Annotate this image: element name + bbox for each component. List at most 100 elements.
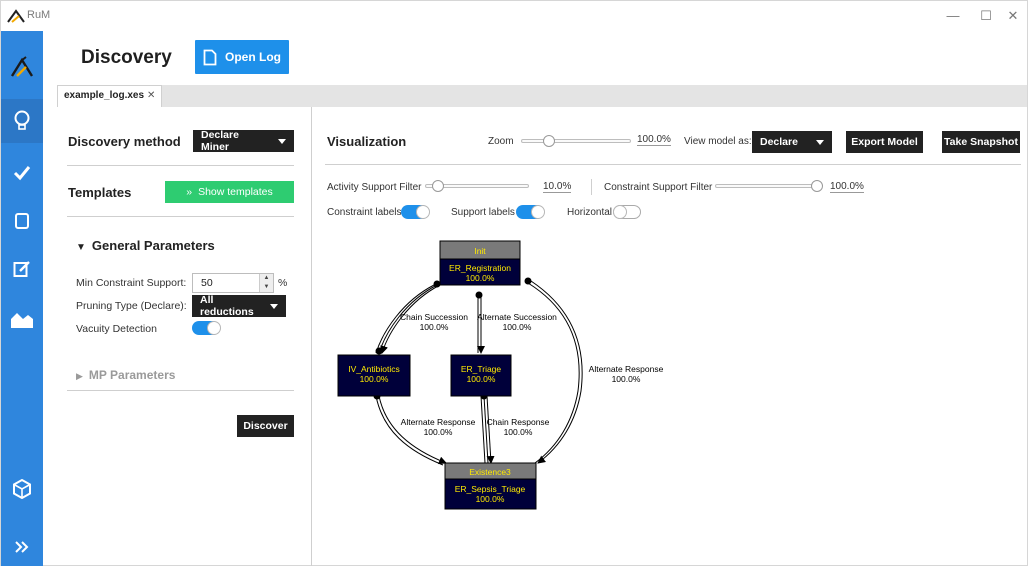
edge-label-name: Alternate Succession <box>477 312 557 322</box>
decrement-button[interactable]: ▼ <box>259 283 273 292</box>
support-labels-label: Support labels <box>451 207 515 218</box>
zoom-value[interactable]: 100.0% <box>637 134 671 146</box>
toggle-knob <box>207 321 221 335</box>
node-name: ER_Registration <box>449 263 511 273</box>
pruning-label: Pruning Type (Declare): <box>76 300 187 312</box>
sidebar-item-home[interactable] <box>1 45 43 89</box>
node-name: ER_Sepsis_Triage <box>455 484 526 494</box>
vacuity-toggle[interactable] <box>192 321 221 335</box>
minimize-button[interactable]: — <box>943 7 963 25</box>
node-header: Existence3 <box>469 467 511 477</box>
take-snapshot-button[interactable]: Take Snapshot <box>942 131 1020 153</box>
divider <box>67 216 294 217</box>
divider <box>591 179 592 195</box>
show-templates-button[interactable]: » Show templates <box>165 181 294 203</box>
chevron-down-icon <box>270 303 278 309</box>
edge-label-name: Alternate Response <box>401 417 476 427</box>
panel-divider <box>311 107 312 566</box>
edge-alternate-response-right[interactable] <box>524 277 583 464</box>
node-er-registration[interactable]: Init ER_Registration 100.0% <box>439 240 521 286</box>
view-model-value: Declare <box>760 136 798 148</box>
general-params-header[interactable]: ▼ General Parameters <box>76 238 215 253</box>
triangle-down-icon: ▼ <box>76 242 86 253</box>
sidebar-expand-button[interactable] <box>1 525 43 566</box>
node-support: 100.0% <box>476 494 505 504</box>
view-model-select[interactable]: Declare <box>752 131 832 153</box>
constraint-labels-toggle[interactable] <box>401 205 430 219</box>
edge-label-support: 100.0% <box>504 427 533 437</box>
sidebar-item-statistics[interactable] <box>1 297 43 341</box>
file-icon <box>203 49 217 65</box>
toggle-knob <box>531 205 545 219</box>
support-labels-toggle[interactable] <box>516 205 545 219</box>
divider <box>67 390 294 391</box>
node-iv-antibiotics[interactable]: IV_Antibiotics 100.0% <box>337 354 411 397</box>
chevron-down-icon <box>816 139 824 145</box>
toggle-knob <box>416 205 430 219</box>
min-support-input[interactable]: 50 ▲ ▼ <box>192 273 274 293</box>
copy-icon <box>15 213 29 229</box>
app-window: RuM — ☐ ✕ Discovery Open Log example_log… <box>0 0 1028 566</box>
rum-logo-icon <box>10 56 34 77</box>
page-title: Discovery <box>81 47 172 68</box>
node-support: 100.0% <box>467 374 496 384</box>
edge-chain-response[interactable] <box>480 392 495 464</box>
show-templates-label: Show templates <box>198 186 273 198</box>
close-button[interactable]: ✕ <box>1003 7 1023 25</box>
zoom-slider-thumb[interactable] <box>543 135 555 147</box>
node-support: 100.0% <box>360 374 389 384</box>
edge-alternate-succession[interactable] <box>475 291 485 354</box>
app-name: RuM <box>27 9 51 21</box>
sidebar-item-editor[interactable] <box>1 247 43 291</box>
discovery-method-value: Declare Miner <box>201 129 239 153</box>
constraint-filter-slider[interactable] <box>715 184 821 188</box>
rum-logo-icon <box>7 9 25 23</box>
pruning-value: All reductions <box>200 294 254 318</box>
activity-filter-thumb[interactable] <box>432 180 444 192</box>
templates-label: Templates <box>68 185 132 200</box>
node-er-sepsis-triage[interactable]: Existence3 ER_Sepsis_Triage 100.0% <box>444 462 537 510</box>
percent-unit: % <box>278 277 288 289</box>
triangle-right-icon: ▶ <box>76 371 83 381</box>
constraint-filter-thumb[interactable] <box>811 180 823 192</box>
node-er-triage[interactable]: ER_Triage 100.0% <box>450 354 512 397</box>
tab-close-icon[interactable]: ✕ <box>147 90 155 101</box>
pruning-select[interactable]: All reductions <box>192 294 286 318</box>
horizontal-toggle[interactable] <box>613 205 641 219</box>
activity-filter-label: Activity Support Filter <box>327 182 422 193</box>
sidebar <box>1 31 43 566</box>
cube-icon <box>13 479 31 499</box>
title-bar: RuM — ☐ ✕ <box>1 1 1027 31</box>
sidebar-item-package[interactable] <box>1 467 43 511</box>
increment-button[interactable]: ▲ <box>259 274 273 283</box>
node-header: Init <box>474 246 486 256</box>
sidebar-item-discovery[interactable] <box>1 99 43 143</box>
open-log-button[interactable]: Open Log <box>195 40 289 74</box>
tab-strip: example_log.xes ✕ <box>57 85 1027 107</box>
open-log-label: Open Log <box>225 50 281 64</box>
activity-filter-value[interactable]: 10.0% <box>543 181 572 193</box>
tab-example-log[interactable]: example_log.xes ✕ <box>57 85 163 107</box>
maximize-button[interactable]: ☐ <box>976 7 996 25</box>
bulb-icon <box>14 110 30 130</box>
discovery-method-label: Discovery method <box>68 134 181 149</box>
constraint-filter-value[interactable]: 100.0% <box>830 181 864 193</box>
zoom-slider[interactable] <box>521 139 631 143</box>
area-chart-icon <box>11 313 33 328</box>
discover-button[interactable]: Discover <box>237 415 294 437</box>
node-name: IV_Antibiotics <box>348 364 400 374</box>
edge-label-name: Chain Response <box>487 417 550 427</box>
divider <box>67 165 294 166</box>
sidebar-item-conformance[interactable] <box>1 151 43 195</box>
min-support-label: Min Constraint Support: <box>76 277 187 289</box>
edit-icon <box>13 261 30 277</box>
mp-params-label: MP Parameters <box>88 368 176 382</box>
export-model-label: Export Model <box>851 136 918 148</box>
double-chevron-right-icon <box>15 541 29 553</box>
edge-label-support: 100.0% <box>503 322 532 332</box>
horizontal-label: Horizontal <box>567 207 613 218</box>
mp-params-header[interactable]: ▶ MP Parameters <box>76 368 175 382</box>
sidebar-item-copy[interactable] <box>1 199 43 243</box>
discovery-method-select[interactable]: Declare Miner <box>193 129 294 153</box>
export-model-button[interactable]: Export Model <box>846 131 923 153</box>
